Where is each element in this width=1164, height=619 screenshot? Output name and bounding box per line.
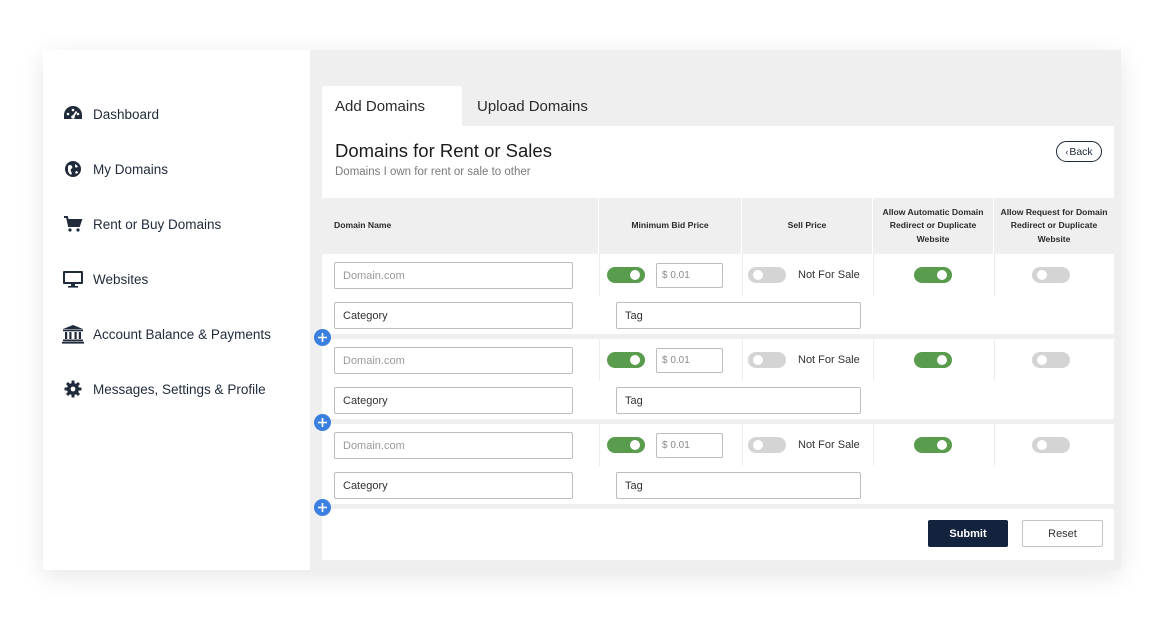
sidebar-item-label: Messages, Settings & Profile [93,381,266,397]
tab-bar: Add Domains Upload Domains [322,86,602,126]
main-content: Add Domains Upload Domains Domains for R… [310,50,1121,570]
reset-button[interactable]: Reset [1022,520,1103,547]
sell-status-label: Not For Sale [798,439,860,451]
sidebar-item-label: Websites [93,271,149,287]
monitor-icon [62,268,84,290]
sidebar-item-my-domains[interactable]: My Domains [62,157,168,181]
sell-price-toggle[interactable] [748,352,786,368]
sell-price-toggle[interactable] [748,437,786,453]
plus-icon [318,329,327,347]
back-button[interactable]: ‹ Back [1056,141,1102,162]
sell-status-label: Not For Sale [798,354,860,366]
add-row-button[interactable] [314,329,331,346]
tag-input[interactable]: Tag [616,472,861,499]
domains-panel: Domains for Rent or Sales Domains I own … [322,126,1114,560]
plus-icon [318,499,327,517]
page-title: Domains for Rent or Sales [335,140,552,161]
column-header-min-bid: Minimum Bid Price [599,198,742,254]
sidebar-item-rent-or-buy[interactable]: Rent or Buy Domains [62,212,221,236]
auto-redirect-toggle[interactable] [914,352,952,368]
min-bid-toggle[interactable] [607,352,645,368]
globe-icon [62,158,84,180]
bank-icon [62,323,84,345]
sidebar-item-label: Rent or Buy Domains [93,216,222,232]
auto-redirect-toggle[interactable] [914,437,952,453]
back-label: Back [1069,145,1093,158]
tag-input[interactable]: Tag [616,387,861,414]
sell-status-label: Not For Sale [798,269,860,281]
tab-add-domains[interactable]: Add Domains [322,86,462,126]
category-input[interactable]: Category [334,302,573,329]
min-bid-price-input[interactable]: $ 0.01 [656,263,723,288]
sidebar-item-label: Dashboard [93,106,160,122]
table-row: Domain.com $ 0.01 Not For Sale Category … [322,424,1114,504]
table-row: Domain.com $ 0.01 Not For Sale Category … [322,254,1114,334]
tag-input[interactable]: Tag [616,302,861,329]
add-row-button[interactable] [314,414,331,431]
min-bid-toggle[interactable] [607,267,645,283]
min-bid-price-input[interactable]: $ 0.01 [656,433,723,458]
sidebar-item-websites[interactable]: Websites [62,267,148,291]
chevron-left-icon: ‹ [1065,146,1069,157]
category-input[interactable]: Category [334,472,573,499]
table-header: Domain Name Minimum Bid Price Sell Price… [322,198,1114,254]
request-redirect-toggle[interactable] [1032,267,1070,283]
category-input[interactable]: Category [334,387,573,414]
request-redirect-toggle[interactable] [1032,437,1070,453]
cart-icon [62,213,84,235]
dashboard-icon [62,103,84,125]
sidebar-item-dashboard[interactable]: Dashboard [62,102,159,126]
sidebar-item-account-balance[interactable]: Account Balance & Payments [62,322,271,346]
min-bid-price-input[interactable]: $ 0.01 [656,348,723,373]
column-header-request-redirect: Allow Request for Domain Redirect or Dup… [1000,207,1108,244]
sidebar-item-label: My Domains [93,161,169,177]
domain-name-input[interactable]: Domain.com [334,262,573,289]
domain-name-input[interactable]: Domain.com [334,347,573,374]
column-header-domain-name: Domain Name [322,198,599,254]
page-subtitle: Domains I own for rent or sale to other [335,166,531,178]
tab-upload-domains[interactable]: Upload Domains [462,86,602,126]
add-row-button[interactable] [314,499,331,516]
column-header-sell-price: Sell Price [742,198,873,254]
request-redirect-toggle[interactable] [1032,352,1070,368]
column-header-auto-redirect: Allow Automatic Domain Redirect or Dupli… [873,198,994,254]
app-window: Dashboard My Domains Rent or Buy Domains… [43,50,1121,570]
min-bid-toggle[interactable] [607,437,645,453]
sidebar-item-label: Account Balance & Payments [93,326,271,342]
table-row: Domain.com $ 0.01 Not For Sale Category … [322,339,1114,419]
domain-name-input[interactable]: Domain.com [334,432,573,459]
sidebar-item-messages-settings[interactable]: Messages, Settings & Profile [62,377,266,401]
sell-price-toggle[interactable] [748,267,786,283]
auto-redirect-toggle[interactable] [914,267,952,283]
gear-icon [62,378,84,400]
sidebar: Dashboard My Domains Rent or Buy Domains… [43,50,310,570]
plus-icon [318,414,327,432]
submit-button[interactable]: Submit [928,520,1008,547]
